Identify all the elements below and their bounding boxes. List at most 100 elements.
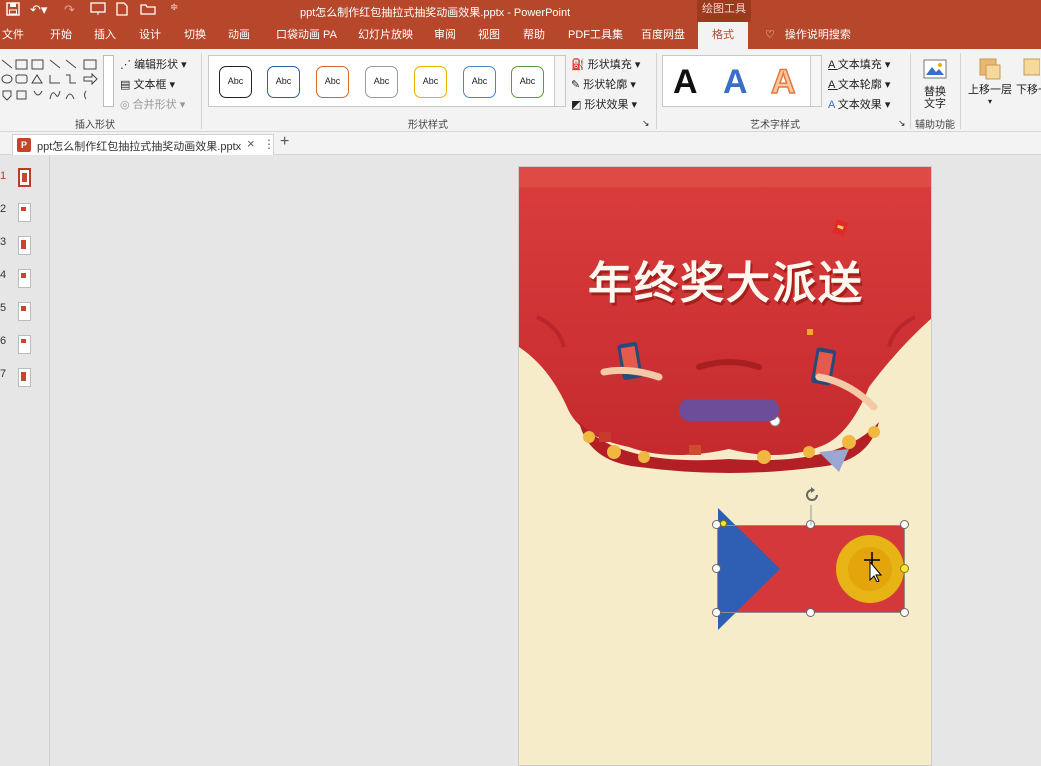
shapes-gallery[interactable] (0, 55, 100, 107)
new-file-icon[interactable] (116, 2, 128, 19)
resize-handle[interactable] (900, 520, 909, 529)
alt-text-label-2: 文字 (924, 98, 946, 110)
insert-shapes-group-label: 插入形状 (75, 120, 115, 131)
slide-thumbnail-4[interactable] (18, 269, 31, 288)
undo-icon[interactable]: ↶▾ (30, 2, 47, 18)
shape-effects-button[interactable]: ◩ 形状效果 ▾ (571, 96, 637, 112)
resize-handle[interactable] (712, 564, 721, 573)
slide-canvas[interactable]: 年终奖大派送 (518, 166, 932, 766)
close-tab-icon[interactable]: × (247, 136, 255, 151)
shape-styles-launcher-icon[interactable]: ↘ (642, 118, 650, 129)
tell-me-label: 操作说明搜索 (784, 29, 851, 41)
customize-toolbar-icon[interactable]: ≑ (170, 2, 178, 13)
open-folder-icon[interactable] (140, 2, 156, 19)
slide-thumbnail-6[interactable] (18, 335, 31, 354)
present-from-start-icon[interactable] (90, 2, 106, 19)
purple-pull-tab-shape[interactable] (679, 399, 779, 421)
alt-text-label-1: 替换 (924, 86, 946, 98)
redo-icon[interactable]: ↷ (64, 2, 75, 18)
shapes-gallery-icons[interactable] (0, 55, 100, 107)
resize-handle[interactable] (712, 608, 721, 617)
tab-format[interactable]: 格式 (698, 22, 748, 49)
tell-me-search[interactable]: ♡ 操作说明搜索 (765, 22, 851, 49)
merge-shapes-label: 合并形状 (132, 99, 177, 111)
text-box-icon: ▤ (120, 79, 134, 91)
adjust-handle[interactable] (720, 520, 727, 527)
shape-style-7[interactable]: Abc (511, 66, 544, 98)
save-icon[interactable] (6, 2, 20, 19)
adjust-handle[interactable] (900, 564, 909, 573)
shape-style-3[interactable]: Abc (316, 66, 349, 98)
thumbnail-number: 6 (0, 335, 7, 347)
shape-style-6[interactable]: Abc (463, 66, 496, 98)
tab-help[interactable]: 帮助 (523, 22, 545, 49)
text-effects-icon: A (828, 99, 838, 111)
wordart-style-blue[interactable]: A (723, 64, 748, 100)
shape-styles-scroll[interactable] (554, 56, 565, 106)
tab-review[interactable]: 审阅 (434, 22, 456, 49)
text-box-label: 文本框 (133, 79, 167, 91)
shape-style-1[interactable]: Abc (219, 66, 252, 98)
rotate-handle-stem (810, 505, 812, 525)
group-divider (201, 53, 202, 129)
wordart-style-orange[interactable]: A (770, 63, 796, 101)
tab-menu-icon[interactable]: ⋮ (263, 137, 275, 151)
tab-home[interactable]: 开始 (50, 22, 72, 49)
shapes-gallery-scroll[interactable] (103, 55, 114, 107)
merge-shapes-button[interactable]: ◎ 合并形状 ▾ (120, 96, 185, 112)
text-fill-button[interactable]: A 文本填充 ▾ (828, 56, 890, 72)
shape-fill-label: 形状填充 (587, 59, 632, 71)
rotate-handle-icon[interactable] (802, 485, 822, 505)
edit-shape-button[interactable]: ⋰ 编辑形状 ▾ (120, 56, 187, 72)
wordart-gallery[interactable]: A A A (662, 55, 822, 107)
wordart-style-black[interactable]: A (673, 64, 698, 100)
resize-handle[interactable] (900, 608, 909, 617)
slide-thumbnail-3[interactable] (18, 236, 31, 255)
tab-design[interactable]: 设计 (139, 22, 161, 49)
send-backward-label: 下移一 (1016, 84, 1041, 96)
slide-thumbnail-7[interactable] (18, 368, 31, 387)
tab-insert[interactable]: 插入 (94, 22, 116, 49)
text-effects-label: 文本效果 (837, 99, 882, 111)
slide-thumbnail-1[interactable] (18, 168, 31, 187)
send-backward-button[interactable]: 下移一 (1016, 57, 1041, 96)
edit-shape-icon: ⋰ (120, 59, 135, 71)
pencil-icon: ✎ (571, 79, 584, 91)
shape-style-4[interactable]: Abc (365, 66, 398, 98)
slide-thumbnail-2[interactable] (18, 203, 31, 222)
shape-fill-button[interactable]: ⛽ 形状填充 ▾ (571, 56, 640, 72)
lightbulb-icon: ♡ (765, 29, 775, 41)
tab-file[interactable]: 文件 (2, 22, 24, 49)
wordart-launcher-icon[interactable]: ↘ (898, 118, 906, 129)
tab-transitions[interactable]: 切换 (184, 22, 206, 49)
tab-slideshow[interactable]: 幻灯片放映 (358, 22, 413, 49)
text-outline-button[interactable]: A 文本轮廓 ▾ (828, 76, 890, 92)
slide-thumbnail-5[interactable] (18, 302, 31, 321)
text-effects-button[interactable]: A 文本效果 ▾ (828, 96, 890, 112)
shape-style-5[interactable]: Abc (414, 66, 447, 98)
slide-headline[interactable]: 年终奖大派送 (519, 247, 931, 311)
resize-handle[interactable] (806, 608, 815, 617)
ribbon-tab-bar: 文件 开始 插入 设计 切换 动画 口袋动画 PA 幻灯片放映 审阅 视图 帮助… (0, 22, 1041, 49)
bring-forward-button[interactable]: 上移一层 ▾ (966, 57, 1014, 108)
text-outline-label: 文本轮廓 (837, 79, 882, 91)
ribbon-format: ⋰ 编辑形状 ▾ ▤ 文本框 ▾ ◎ 合并形状 ▾ 插入形状 Abc Abc A… (0, 49, 1041, 132)
shape-outline-button[interactable]: ✎ 形状轮廓 ▾ (571, 76, 636, 92)
shape-outline-label: 形状轮廓 (583, 79, 628, 91)
wordart-scroll[interactable] (810, 56, 821, 106)
tab-pocket-animation[interactable]: 口袋动画 PA (276, 22, 337, 49)
shape-styles-gallery[interactable]: Abc Abc Abc Abc Abc Abc Abc (208, 55, 566, 107)
shape-style-2[interactable]: Abc (267, 66, 300, 98)
window-title: ppt怎么制作红包抽拉式抽奖动画效果.pptx - PowerPoint (300, 7, 571, 19)
wordart-styles-group-label: 艺术字样式 (750, 120, 800, 131)
alt-text-button[interactable]: 替换 文字 (916, 57, 954, 110)
tab-animations[interactable]: 动画 (228, 22, 250, 49)
document-tab[interactable]: P ppt怎么制作红包抽拉式抽奖动画效果.pptx × ⋮ (12, 134, 275, 155)
tab-baidu-netdisk[interactable]: 百度网盘 (641, 22, 685, 49)
text-box-button[interactable]: ▤ 文本框 ▾ (120, 76, 175, 92)
tab-pdf-tools[interactable]: PDF工具集 (568, 22, 623, 49)
text-outline-icon: A (828, 79, 838, 91)
new-tab-icon[interactable]: + (280, 133, 289, 151)
shape-effects-label: 形状效果 (584, 99, 629, 111)
tab-view[interactable]: 视图 (478, 22, 500, 49)
